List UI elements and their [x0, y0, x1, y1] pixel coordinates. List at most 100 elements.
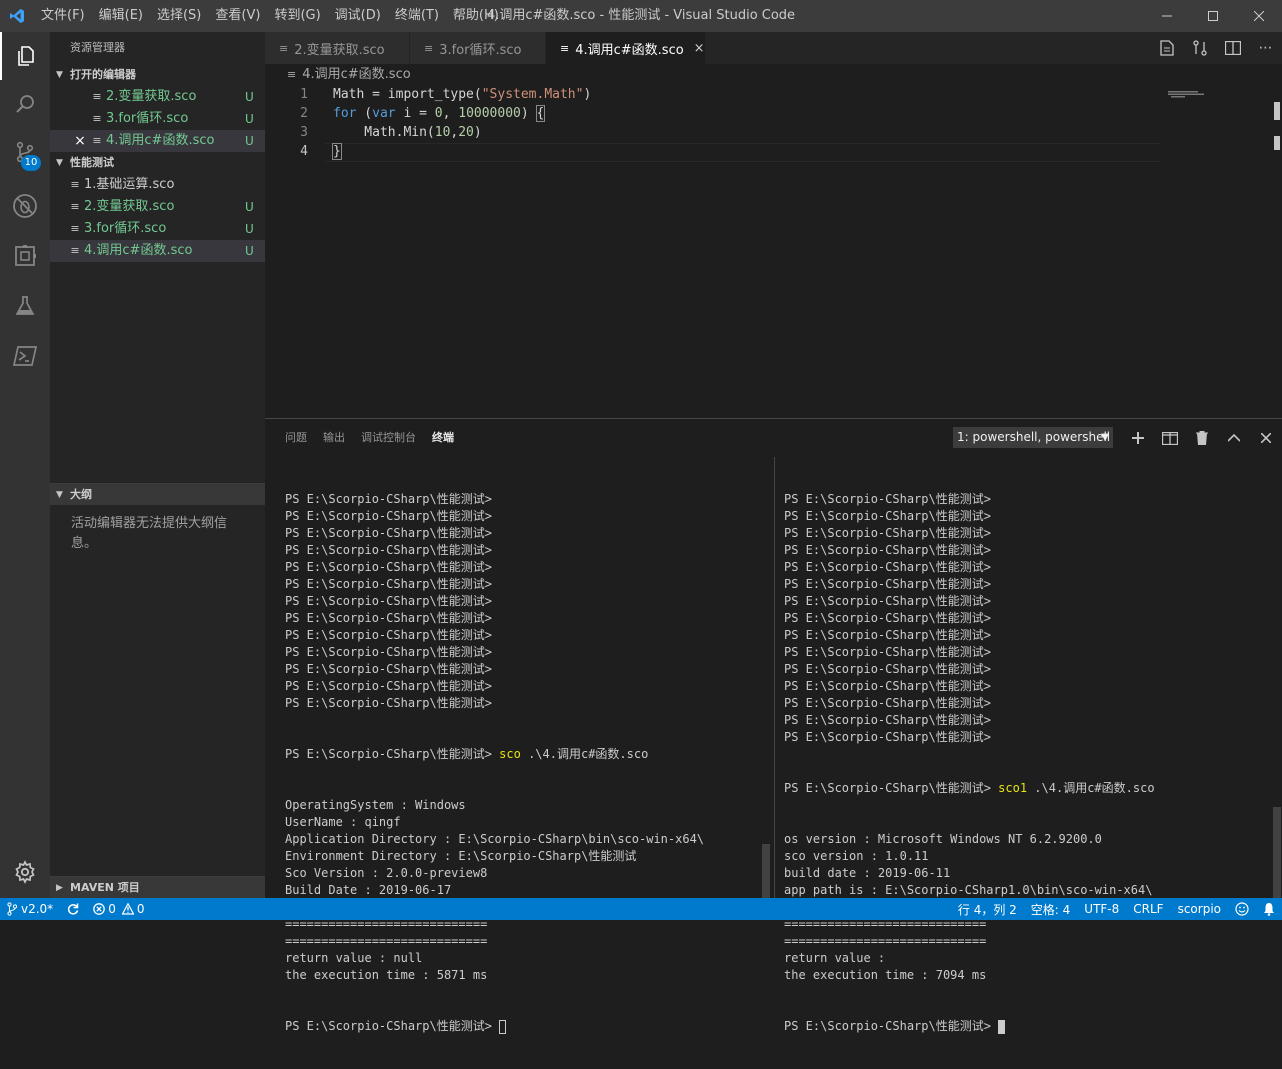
new-terminal-icon[interactable]: [1122, 432, 1154, 444]
indentation[interactable]: 空格: 4: [1024, 898, 1078, 920]
open-editor-item-active[interactable]: × ≡ 4.调用c#函数.sco U: [50, 130, 265, 152]
terminal-split-divider[interactable]: [774, 457, 775, 899]
outline-header[interactable]: ▼ 大纲: [50, 483, 265, 505]
code-line: Math = import_type("System.Math"): [333, 87, 592, 102]
error-icon: [93, 903, 106, 915]
file-item[interactable]: ≡ 2.变量获取.sco U: [50, 196, 265, 218]
file-label: 4.调用c#函数.sco: [84, 243, 193, 258]
file-lines-icon: ≡: [279, 41, 289, 55]
menu-view[interactable]: 查看(V): [208, 0, 267, 32]
tab-close-icon[interactable]: ×: [694, 41, 705, 56]
terminal-left-scrollbar[interactable]: [762, 844, 770, 899]
terminal-line: return value : null: [285, 951, 423, 965]
open-changes-icon[interactable]: [1183, 40, 1216, 56]
extensions-icon[interactable]: [0, 232, 50, 280]
maximize-button[interactable]: [1190, 0, 1236, 32]
terminal-right[interactable]: PS E:\Scorpio-CSharp\性能测试> PS E:\Scorpio-…: [784, 457, 1264, 1069]
split-terminal-icon[interactable]: [1154, 431, 1186, 445]
current-line-highlight: [325, 143, 1161, 162]
terminal-line: PS E:\Scorpio-CSharp\性能测试>: [784, 509, 991, 523]
problems-indicator[interactable]: 0 0: [86, 898, 151, 920]
feedback-smiley-icon[interactable]: [1228, 898, 1256, 920]
tab-problems[interactable]: 问题: [277, 419, 315, 457]
more-actions-icon[interactable]: ⋯: [1249, 40, 1282, 56]
terminal-line: PS E:\Scorpio-CSharp\性能测试>: [784, 696, 991, 710]
branch-indicator[interactable]: v2.0*: [0, 898, 60, 920]
menu-terminal[interactable]: 终端(T): [388, 0, 446, 32]
search-icon[interactable]: [0, 80, 50, 128]
close-panel-icon[interactable]: [1250, 433, 1282, 443]
file-lines-icon: ≡: [424, 41, 434, 55]
terminal-line: PS E:\Scorpio-CSharp\性能测试>: [285, 492, 492, 506]
terminal-line: PS E:\Scorpio-CSharp\性能测试>: [784, 611, 991, 625]
tab-debug-console[interactable]: 调试控制台: [353, 419, 424, 457]
test-flask-icon[interactable]: [0, 282, 50, 330]
folder-header[interactable]: ▼ 性能测试: [50, 152, 265, 174]
menu-file[interactable]: 文件(F): [34, 0, 92, 32]
bottom-panel: 问题 输出 调试控制台 终端 1: powershell, powershell…: [265, 418, 1282, 1034]
terminal-line: PS E:\Scorpio-CSharp\性能测试>: [285, 560, 492, 574]
tab-3[interactable]: ≡ 3.for循环.sco: [410, 32, 546, 64]
menu-selection[interactable]: 选择(S): [150, 0, 208, 32]
file-item-active[interactable]: ≡ 4.调用c#函数.sco U: [50, 240, 265, 262]
terminal-cursor: [998, 1019, 1006, 1034]
terminal-line: PS E:\Scorpio-CSharp\性能测试>: [285, 594, 492, 608]
terminal-command: sco: [499, 747, 521, 761]
minimize-button[interactable]: [1144, 0, 1190, 32]
powershell-icon[interactable]: [0, 332, 50, 380]
file-lines-icon: ≡: [92, 112, 102, 125]
close-icon[interactable]: ×: [70, 130, 90, 152]
open-editor-label: 3.for循环.sco: [106, 111, 189, 126]
maven-header[interactable]: ▶ MAVEN 项目: [50, 876, 265, 898]
menu-edit[interactable]: 编辑(E): [92, 0, 150, 32]
code-line: Math.Min(10,20): [333, 125, 482, 140]
open-editor-item[interactable]: ≡ 2.变量获取.sco U: [50, 86, 265, 108]
chevron-right-icon: ▶: [56, 882, 63, 893]
kill-terminal-icon[interactable]: [1186, 431, 1218, 445]
language-mode[interactable]: scorpio: [1171, 898, 1228, 920]
terminal-line: PS E:\Scorpio-CSharp\性能测试>: [784, 594, 991, 608]
explorer-icon[interactable]: [0, 32, 50, 80]
menu-go[interactable]: 转到(G): [267, 0, 327, 32]
terminal-line: Environment Directory : E:\Scorpio-CShar…: [285, 849, 637, 863]
chevron-down-icon: ▼: [1101, 432, 1109, 443]
breadcrumb[interactable]: ≡ 4.调用c#函数.sco: [265, 64, 1282, 86]
terminal-command: sco1: [998, 781, 1028, 795]
cursor-position[interactable]: 行 4，列 2: [951, 898, 1024, 920]
tab-terminal[interactable]: 终端: [424, 419, 462, 457]
line-ending[interactable]: CRLF: [1126, 898, 1170, 920]
file-item[interactable]: ≡ 1.基础运算.sco: [50, 174, 265, 196]
terminal-line: os version : Microsoft Windows NT 6.2.92…: [784, 832, 1102, 846]
tab-2[interactable]: ≡ 2.变量获取.sco: [265, 32, 410, 64]
debug-icon[interactable]: [0, 182, 50, 230]
tab-4-active[interactable]: ≡ 4.调用c#函数.sco ×: [546, 32, 706, 64]
tab-output[interactable]: 输出: [315, 419, 353, 457]
split-editor-icon[interactable]: [1216, 41, 1249, 55]
file-item[interactable]: ≡ 3.for循环.sco U: [50, 218, 265, 240]
encoding[interactable]: UTF-8: [1077, 898, 1126, 920]
terminal-line: build date : 2019-06-11: [784, 866, 951, 880]
open-preview-icon[interactable]: [1150, 40, 1183, 56]
terminal-select[interactable]: 1: powershell, powershell ▼: [953, 427, 1113, 448]
editor-group: ≡ 2.变量获取.sco ≡ 3.for循环.sco ≡ 4.调用c#函数.sc…: [265, 32, 1282, 418]
settings-gear-icon[interactable]: [0, 848, 50, 896]
maven-title: MAVEN 项目: [70, 880, 140, 894]
git-branch-icon: [7, 902, 17, 916]
untracked-badge: U: [245, 90, 254, 104]
open-editors-header[interactable]: ▼ 打开的编辑器: [50, 64, 265, 86]
editor-scrollbar[interactable]: [1268, 96, 1282, 418]
tab-label: 2.变量获取.sco: [294, 42, 385, 58]
notifications-bell-icon[interactable]: [1256, 898, 1282, 920]
menu-debug[interactable]: 调试(D): [328, 0, 388, 32]
sync-icon[interactable]: [60, 898, 86, 920]
close-window-button[interactable]: [1236, 0, 1282, 32]
minimap[interactable]: [1168, 88, 1268, 98]
terminal-left[interactable]: PS E:\Scorpio-CSharp\性能测试> PS E:\Scorpio-…: [285, 457, 765, 1069]
terminal-prompt: PS E:\Scorpio-CSharp\性能测试>: [285, 747, 500, 761]
open-editor-item[interactable]: ≡ 3.for循环.sco U: [50, 108, 265, 130]
maximize-panel-icon[interactable]: [1218, 434, 1250, 442]
open-editor-label: 4.调用c#函数.sco: [106, 133, 215, 148]
terminal-line: app path is : E:\Scorpio-CSharp1.0\bin\s…: [784, 883, 1153, 897]
menu-help[interactable]: 帮助(H): [446, 0, 506, 32]
terminal-right-scrollbar[interactable]: [1273, 807, 1281, 899]
